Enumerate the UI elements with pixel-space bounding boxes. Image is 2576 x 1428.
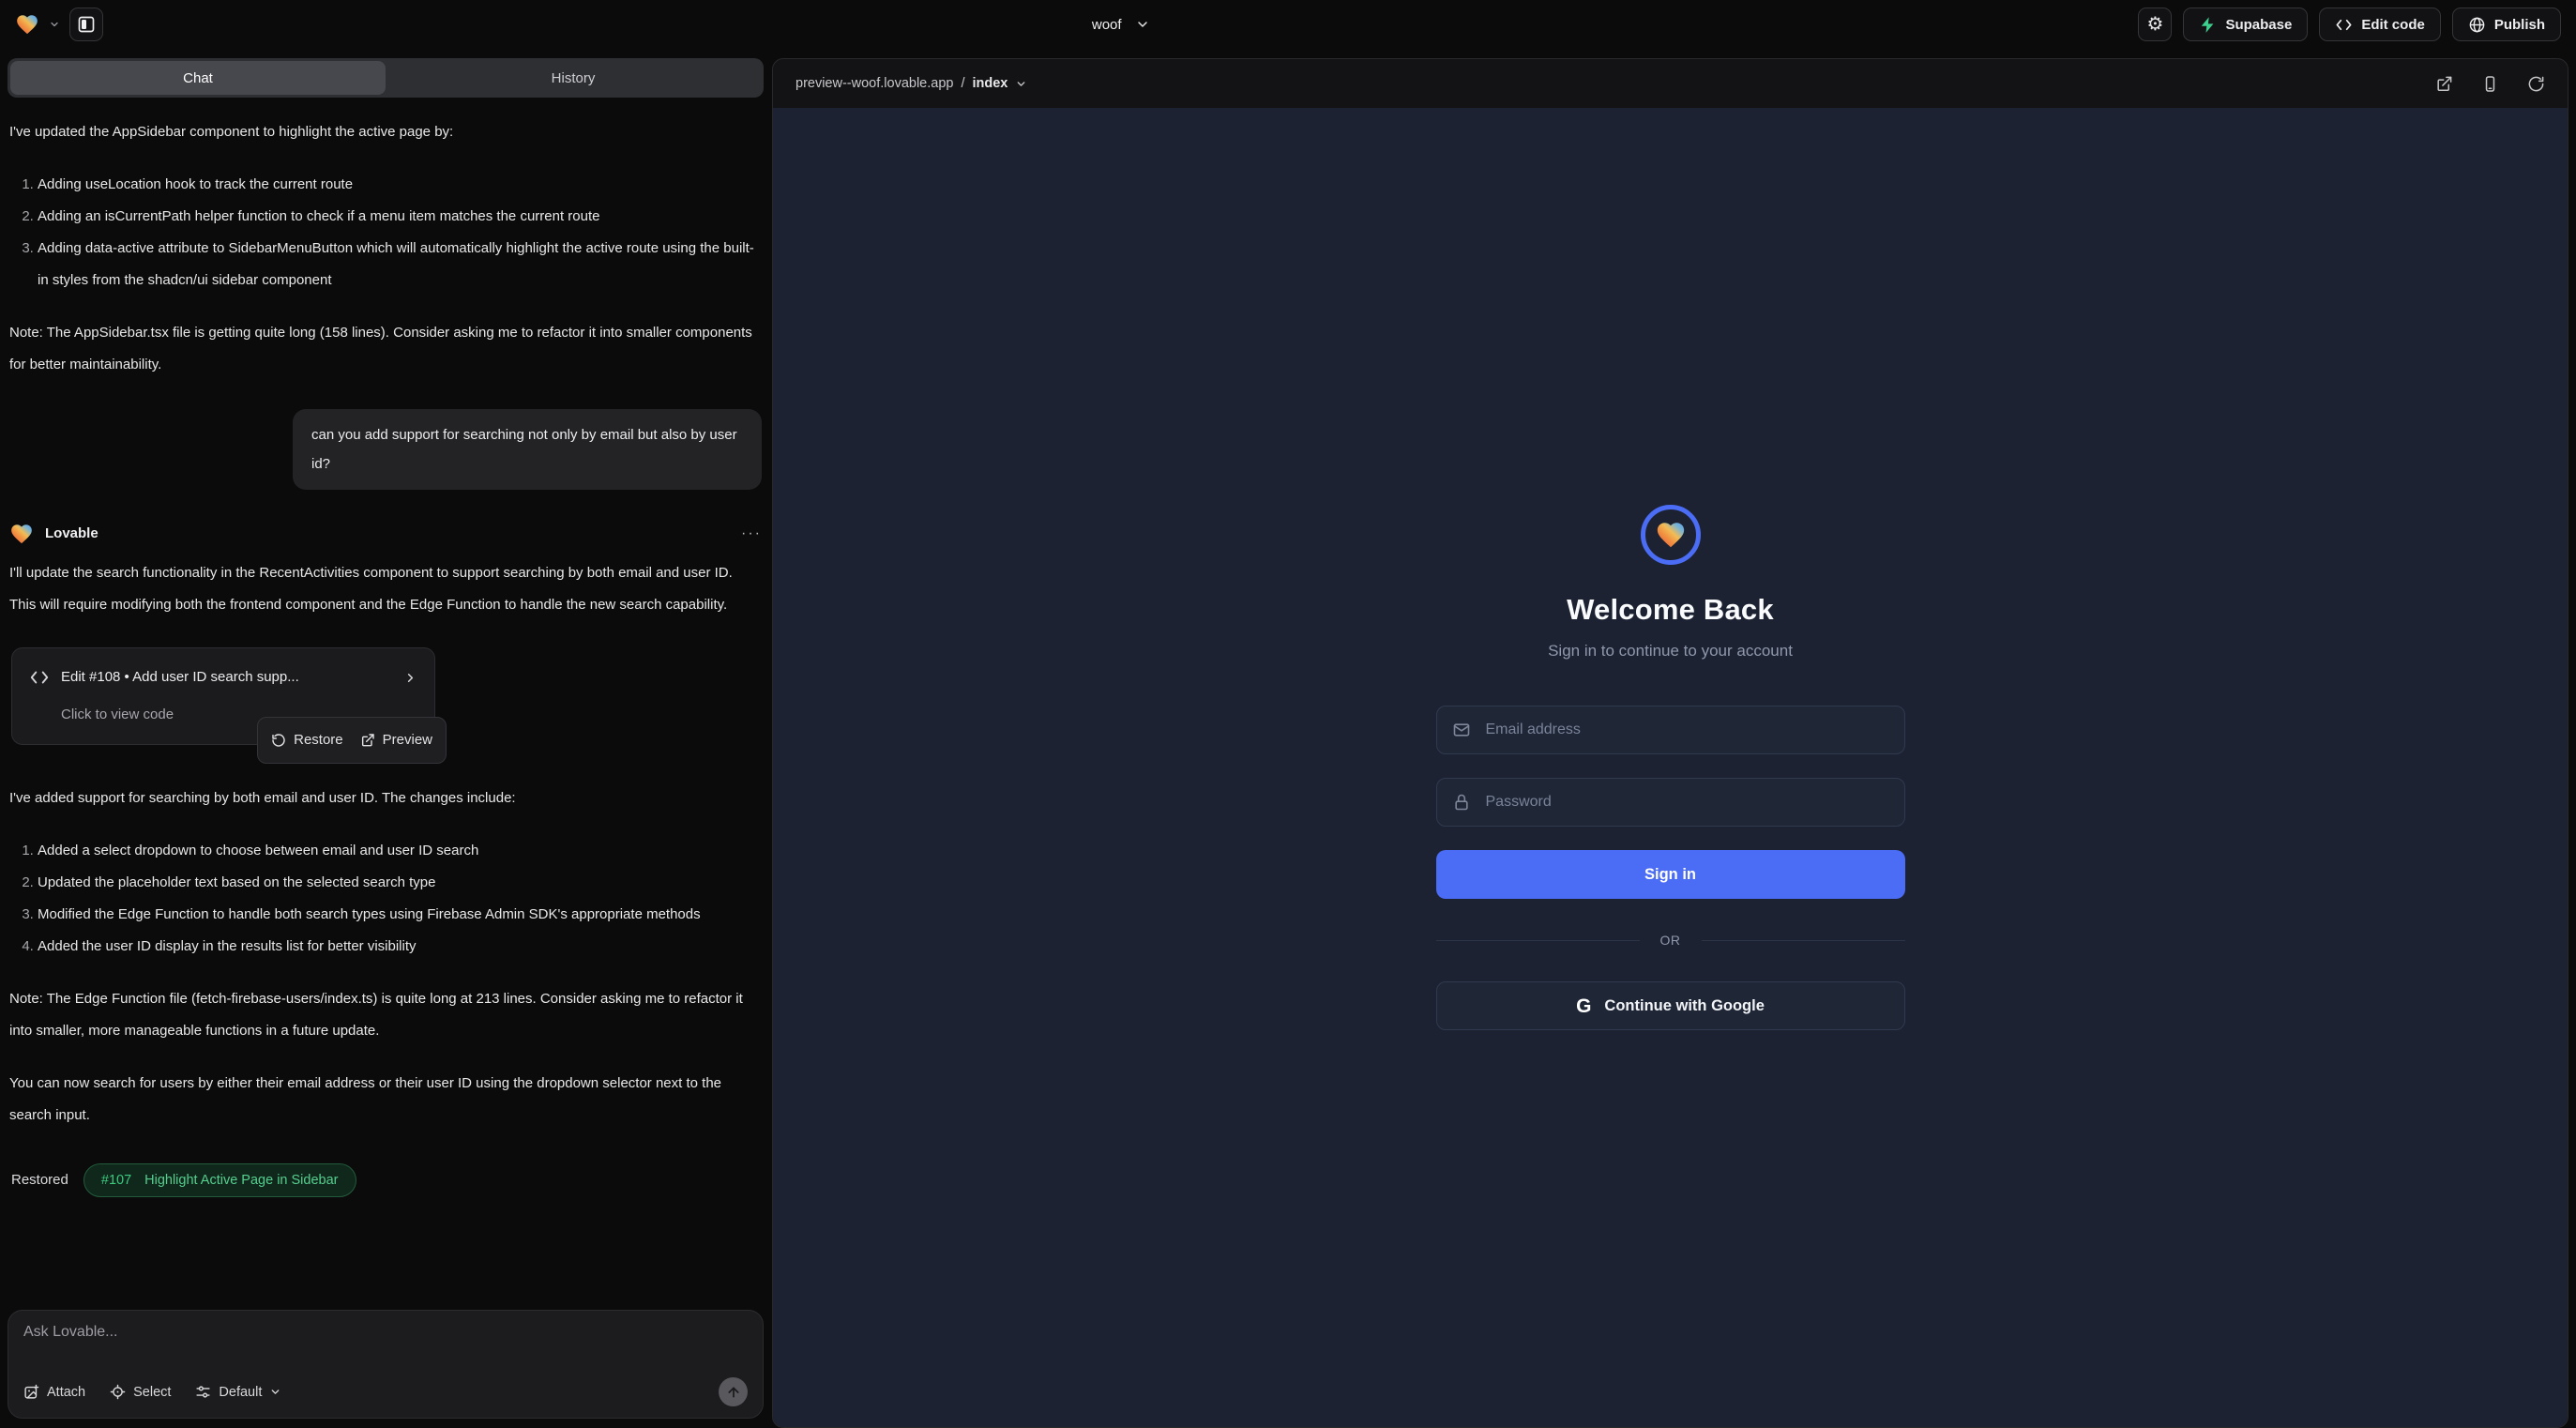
- target-icon: [110, 1384, 126, 1400]
- restored-row: Restored #107 Highlight Active Page in S…: [11, 1163, 762, 1197]
- lovable-logo-icon[interactable]: [15, 12, 39, 37]
- assistant-name: Lovable: [45, 518, 98, 550]
- settings-button[interactable]: ⚙: [2138, 8, 2172, 41]
- user-message-bubble: can you add support for searching not on…: [293, 409, 762, 490]
- email-field-wrap: [1436, 706, 1905, 754]
- google-icon: G: [1576, 996, 1591, 1016]
- chevron-right-icon: [403, 671, 417, 685]
- code-icon: [2335, 16, 2353, 34]
- list-item: Added the user ID display in the results…: [38, 931, 762, 963]
- restore-button[interactable]: Restore: [271, 724, 343, 756]
- list-item: Adding useLocation hook to track the cur…: [38, 169, 762, 201]
- restored-label: Restored: [11, 1164, 68, 1196]
- page-chevron-icon[interactable]: [1015, 78, 1027, 90]
- password-field-wrap: [1436, 778, 1905, 827]
- project-chevron-icon[interactable]: [1135, 17, 1150, 32]
- chat-panel: Chat History I've updated the AppSidebar…: [0, 49, 772, 1428]
- open-in-new-tab-icon[interactable]: [2435, 75, 2453, 93]
- assistant-note-2: Note: The Edge Function file (fetch-fire…: [9, 983, 762, 1047]
- login-title: Welcome Back: [1567, 593, 1774, 627]
- edit-code-button[interactable]: Edit code: [2319, 8, 2441, 41]
- project-menu-chevron-icon[interactable]: [49, 19, 60, 30]
- chat-input[interactable]: [23, 1324, 748, 1341]
- version-id: #107: [101, 1164, 131, 1196]
- assistant-note: Note: The AppSidebar.tsx file is getting…: [9, 317, 762, 381]
- heart-icon: [1655, 519, 1687, 551]
- preview-header: preview--woof.lovable.app / index: [773, 59, 2568, 108]
- list-item: Added a select dropdown to choose betwee…: [38, 835, 762, 867]
- mobile-view-icon[interactable]: [2481, 75, 2499, 93]
- list-item: Modified the Edge Function to handle bot…: [38, 899, 762, 931]
- app-logo: [1641, 505, 1701, 565]
- or-label: OR: [1660, 933, 1681, 948]
- list-item: Adding an isCurrentPath helper function …: [38, 201, 762, 233]
- panel-icon: [77, 15, 96, 34]
- list-item: Updated the placeholder text based on th…: [38, 867, 762, 899]
- signin-button[interactable]: Sign in: [1436, 850, 1905, 899]
- preview-url-bar[interactable]: preview--woof.lovable.app / index: [796, 76, 1027, 91]
- supabase-button[interactable]: Supabase: [2183, 8, 2308, 41]
- edit-code-label: Edit code: [2361, 17, 2425, 33]
- assistant-header: Lovable ···: [9, 518, 762, 550]
- assistant-list-2: Added a select dropdown to choose betwee…: [9, 835, 762, 963]
- external-link-icon: [360, 733, 375, 748]
- assistant-message-intro: I've updated the AppSidebar component to…: [9, 116, 762, 148]
- user-message: can you add support for searching not on…: [9, 409, 762, 490]
- message-menu-button[interactable]: ···: [741, 518, 762, 550]
- gear-icon: ⚙: [2146, 15, 2163, 34]
- globe-icon: [2468, 16, 2486, 34]
- message-list[interactable]: I've updated the AppSidebar component to…: [8, 98, 764, 1302]
- refresh-icon[interactable]: [2527, 75, 2545, 93]
- tab-chat[interactable]: Chat: [10, 61, 386, 95]
- assistant-summary: I've added support for searching by both…: [9, 782, 762, 814]
- version-title: Highlight Active Page in Sidebar: [144, 1164, 338, 1196]
- path-separator: /: [961, 76, 964, 91]
- list-item: Adding data-active attribute to SidebarM…: [38, 233, 762, 296]
- lock-icon: [1452, 793, 1471, 812]
- send-button[interactable]: [719, 1377, 748, 1406]
- google-signin-button[interactable]: G Continue with Google: [1436, 981, 1905, 1030]
- topbar: woof ⚙ Supabase Edit code Publish: [0, 0, 2576, 49]
- mail-icon: [1452, 721, 1471, 739]
- project-name[interactable]: woof: [1092, 17, 1122, 33]
- edit-card-wrap: Edit #108 • Add user ID search supp... C…: [11, 647, 435, 745]
- assistant-list: Adding useLocation hook to track the cur…: [9, 169, 762, 296]
- preview-button[interactable]: Preview: [360, 724, 432, 756]
- select-button[interactable]: Select: [110, 1384, 171, 1400]
- restored-version-badge[interactable]: #107 Highlight Active Page in Sidebar: [83, 1163, 356, 1197]
- password-field[interactable]: [1436, 778, 1905, 827]
- edit-card-title: Edit #108 • Add user ID search supp...: [61, 661, 392, 693]
- login-subtitle: Sign in to continue to your account: [1548, 642, 1793, 661]
- publish-button[interactable]: Publish: [2452, 8, 2561, 41]
- google-label: Continue with Google: [1604, 997, 1764, 1015]
- chat-history-tabs: Chat History: [8, 58, 764, 98]
- publish-label: Publish: [2494, 17, 2545, 33]
- login-card: Welcome Back Sign in to continue to your…: [1436, 505, 1905, 1030]
- supabase-label: Supabase: [2225, 17, 2292, 33]
- lovable-heart-icon: [9, 522, 34, 546]
- preview-panel: preview--woof.lovable.app / index Welcom…: [772, 58, 2568, 1428]
- code-icon: [29, 667, 50, 688]
- chevron-down-icon: [269, 1386, 281, 1398]
- mode-selector[interactable]: Default: [195, 1384, 281, 1400]
- supabase-bolt-icon: [2199, 16, 2217, 34]
- sliders-icon: [195, 1384, 211, 1400]
- composer: Attach Select Default: [8, 1310, 764, 1419]
- attach-image-icon: [23, 1384, 39, 1400]
- sidebar-toggle-button[interactable]: [69, 8, 103, 41]
- preview-domain: preview--woof.lovable.app: [796, 76, 953, 91]
- preview-iframe: Welcome Back Sign in to continue to your…: [773, 108, 2568, 1427]
- attach-button[interactable]: Attach: [23, 1384, 85, 1400]
- preview-page: index: [972, 76, 1008, 91]
- arrow-up-icon: [726, 1385, 741, 1400]
- or-divider: OR: [1436, 933, 1905, 948]
- restore-icon: [271, 733, 286, 748]
- assistant-outro: You can now search for users by either t…: [9, 1068, 762, 1132]
- edit-card-actions: Restore Preview: [257, 717, 447, 764]
- email-field[interactable]: [1436, 706, 1905, 754]
- assistant-message-intro-2: I'll update the search functionality in …: [9, 557, 762, 621]
- tab-history[interactable]: History: [386, 61, 761, 95]
